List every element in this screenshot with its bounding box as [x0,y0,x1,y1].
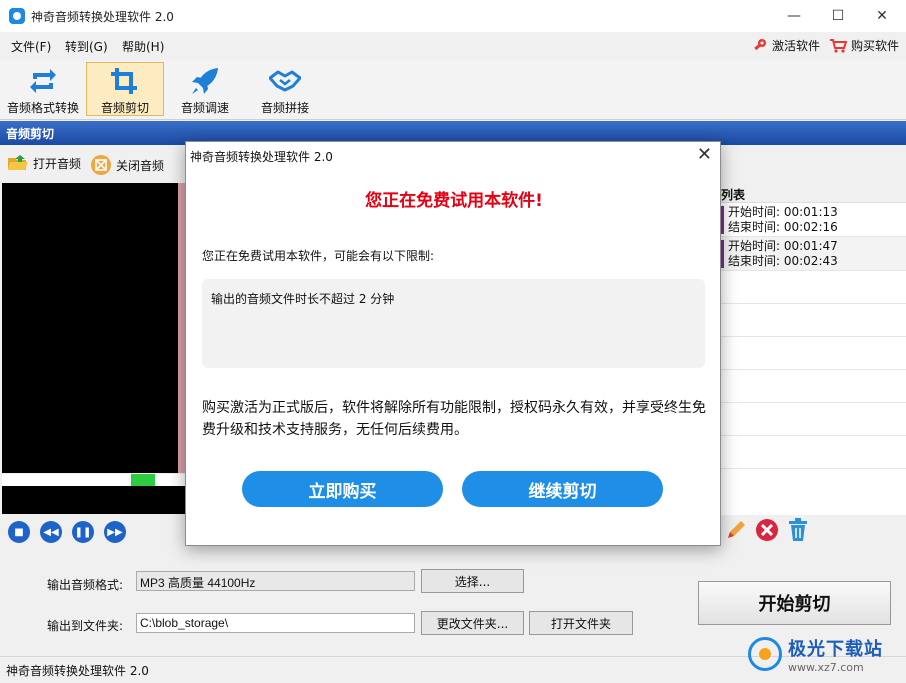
preview-bottom [2,486,185,514]
dialog-close-icon[interactable]: ✕ [697,144,712,165]
convert-icon [27,66,59,95]
list-item-empty [719,370,906,403]
buy-link[interactable]: 购买软件 [829,37,899,54]
minimize-button[interactable]: — [772,0,816,32]
trial-dialog: 神奇音频转换处理软件 2.0 ✕ 您正在免费试用本软件! 您正在免费试用本软件，… [185,141,721,546]
dialog-headline: 您正在免费试用本软件! [365,191,543,211]
maximize-button[interactable]: ☐ [816,0,860,32]
close-audio-icon [91,155,111,175]
tool-label: 音频格式转换 [6,101,79,115]
buy-now-button[interactable]: 立即购买 [242,471,443,507]
list-item-empty [719,271,906,304]
buy-label: 购买软件 [851,39,900,53]
dialog-description: 购买激活为正式版后，软件将解除所有功能限制，授权码永久有效，并享受终生免费升级和… [202,400,706,438]
trash-icon[interactable] [787,518,809,542]
clip-start: 开始时间: 00:01:13 [728,205,838,219]
pause-icon[interactable]: ❚❚ [72,521,94,543]
list-header: 列表 [719,183,906,203]
main-toolbar: 音频格式转换 音频剪切 音频调速 音频拼接 [0,60,906,120]
list-actions [724,518,746,542]
tool-label: 音频剪切 [100,101,149,115]
list-trash [787,518,809,542]
menu-file[interactable]: 文件(F) [11,38,51,55]
crop-icon [109,67,141,95]
menu-bar: 文件(F) 转到(G) 帮助(H) 激活软件 购买软件 [0,32,906,60]
edit-icon[interactable] [724,518,746,542]
clip-end: 结束时间: 00:02:43 [728,254,838,268]
limitation-item: 输出的音频文件时长不超过 2 分钟 [211,292,395,306]
menu-goto[interactable]: 转到(G) [65,38,108,55]
list-item[interactable]: 开始时间: 00:01:13 结束时间: 00:02:16 [719,203,906,237]
folder-label: 输出到文件夹: [47,619,124,633]
timeline-marker[interactable] [131,474,155,486]
key-icon [754,38,766,50]
dialog-title: 神奇音频转换处理软件 2.0 [190,150,333,164]
timeline-track[interactable] [2,474,185,486]
watermark-sub: www.xz7.com [788,660,864,674]
open-folder-icon [8,155,28,170]
start-cut-button[interactable]: 开始剪切 [698,581,891,625]
folder-field[interactable]: C:\blob_storage\ [136,613,415,633]
format-field: MP3 高质量 44100Hz [136,571,415,591]
list-item-empty [719,337,906,370]
video-preview [2,183,178,473]
close-audio-label: 关闭音频 [116,158,165,173]
close-window-button[interactable]: ✕ [860,0,904,32]
select-format-button[interactable]: 选择... [421,569,524,593]
list-item-empty [719,436,906,469]
delete-circle-icon[interactable] [755,518,779,542]
open-audio-button[interactable]: 打开音频 [7,154,81,172]
open-folder-button[interactable]: 打开文件夹 [529,611,633,635]
tool-audio-cut[interactable]: 音频剪切 [86,62,164,116]
stop-icon[interactable]: ■ [8,521,30,543]
handshake-icon [269,66,301,95]
watermark-logo-icon [748,637,782,671]
activate-link[interactable]: 激活软件 [752,37,820,54]
forward-icon[interactable]: ▶▶ [104,521,126,543]
clip-list-panel: 列表 开始时间: 00:01:13 结束时间: 00:02:16 开始时间: 0… [718,183,906,515]
format-label: 输出音频格式: [47,578,124,592]
continue-cut-button[interactable]: 继续剪切 [462,471,663,507]
list-item-empty [719,403,906,436]
menu-help[interactable]: 帮助(H) [122,38,164,55]
list-item-empty [719,304,906,337]
title-bar: 神奇音频转换处理软件 2.0 — ☐ ✕ [0,0,906,32]
tool-audio-speed[interactable]: 音频调速 [168,62,242,116]
close-audio-button[interactable]: 关闭音频 [90,154,164,176]
list-delete [755,518,779,542]
cart-icon [830,38,847,53]
tool-label: 音频拼接 [260,101,309,115]
list-item[interactable]: 开始时间: 00:01:47 结束时间: 00:02:43 [719,237,906,271]
tool-audio-join[interactable]: 音频拼接 [248,62,322,116]
window-title: 神奇音频转换处理软件 2.0 [31,10,174,24]
clip-start: 开始时间: 00:01:47 [728,239,838,253]
app-icon [9,8,25,24]
watermark: 极光下载站 www.xz7.com [748,630,898,678]
change-folder-button[interactable]: 更改文件夹... [421,611,524,635]
open-audio-label: 打开音频 [33,156,82,171]
rewind-icon[interactable]: ◀◀ [40,521,62,543]
activate-label: 激活软件 [772,39,821,53]
clip-end: 结束时间: 00:02:16 [728,220,838,234]
tool-label: 音频调速 [180,101,229,115]
dialog-intro: 您正在免费试用本软件，可能会有以下限制: [202,249,435,263]
watermark-text: 极光下载站 www.xz7.com [788,635,883,674]
rocket-icon [189,66,221,95]
limitations-box: 输出的音频文件时长不超过 2 分钟 [202,279,705,368]
tool-format-convert[interactable]: 音频格式转换 [4,62,82,116]
watermark-main: 极光下载站 [788,638,883,660]
